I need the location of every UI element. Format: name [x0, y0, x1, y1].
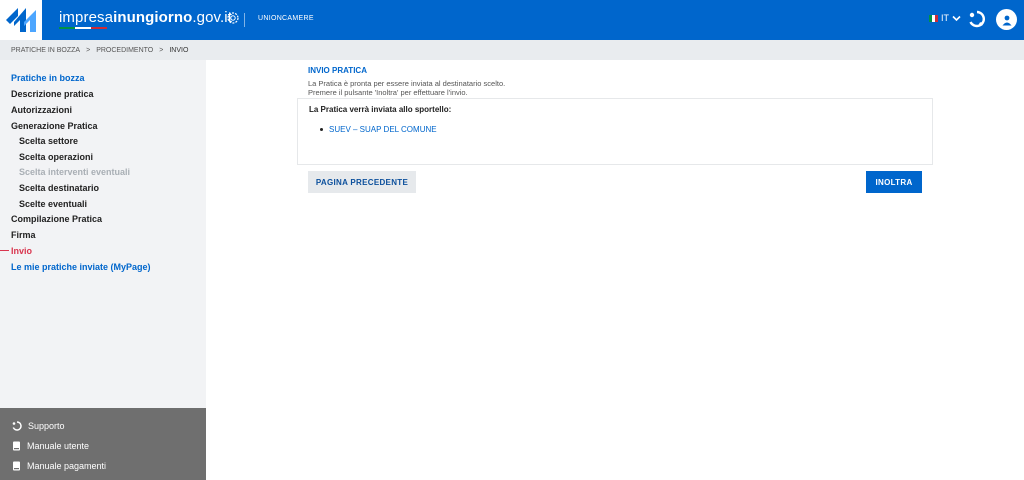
- panel-heading: La Pratica verrà inviata allo sportello:: [309, 105, 452, 114]
- italian-flag-stripe: [59, 27, 107, 29]
- footer-link-manuale-utente[interactable]: Manuale utente: [12, 441, 89, 451]
- footer-link-label: Manuale utente: [27, 441, 90, 451]
- breadcrumb-separator: >: [86, 46, 91, 54]
- description-line: Premere il pulsante 'Inoltra' per effett…: [308, 88, 468, 97]
- support-icon[interactable]: [968, 10, 986, 30]
- page-title: INVIO PRATICA: [308, 66, 367, 75]
- recipient-list: SUEV – SUAP DEL COMUNE: [320, 125, 437, 134]
- page-description: La Pratica è pronta per essere inviata a…: [308, 79, 505, 97]
- sidebar-item-scelta-settore[interactable]: Scelta settore: [19, 136, 78, 146]
- book-icon: [13, 441, 20, 451]
- chevron-down-icon: [952, 15, 961, 21]
- sidebar-item-mypage[interactable]: Le mie pratiche inviate (MyPage): [11, 262, 151, 272]
- breadcrumb-item[interactable]: PROCEDIMENTO: [96, 47, 153, 54]
- breadcrumb-separator: >: [159, 46, 164, 54]
- list-item: SUEV – SUAP DEL COMUNE: [320, 125, 437, 134]
- sidebar-item-scelta-destinatario[interactable]: Scelta destinatario: [19, 183, 99, 193]
- language-selector[interactable]: IT: [929, 13, 961, 23]
- brand-name[interactable]: impresainungiorno.gov.it: [59, 9, 232, 26]
- sidebar-item-generazione-pratica[interactable]: Generazione Pratica: [11, 121, 98, 131]
- breadcrumb-item[interactable]: PRATICHE IN BOZZA: [11, 47, 80, 54]
- sidebar-item-invio[interactable]: Invio: [11, 246, 32, 256]
- footer-link-label: Manuale pagamenti: [27, 461, 107, 471]
- sidebar-item-descrizione-pratica[interactable]: Descrizione pratica: [11, 89, 94, 99]
- language-label: IT: [941, 13, 949, 23]
- header-divider: [244, 13, 245, 27]
- submit-button[interactable]: INOLTRA: [866, 171, 922, 193]
- active-indicator: [0, 250, 9, 251]
- footer-link-manuale-pagamenti[interactable]: Manuale pagamenti: [12, 461, 106, 471]
- recipient-panel: La Pratica verrà inviata allo sportello:…: [297, 98, 933, 165]
- sidebar-item-firma[interactable]: Firma: [11, 230, 36, 240]
- unioncamere-label: UNIONCAMERE: [258, 14, 314, 22]
- footer-link-supporto[interactable]: Supporto: [12, 421, 65, 431]
- previous-page-button[interactable]: PAGINA PRECEDENTE: [308, 171, 416, 193]
- logo-icon: [6, 8, 36, 32]
- sidebar-item-scelta-operazioni[interactable]: Scelta operazioni: [19, 152, 93, 162]
- bullet-icon: [320, 128, 323, 131]
- unioncamere-logo[interactable]: UNIONCAMERE: [226, 11, 314, 25]
- footer-link-label: Supporto: [28, 421, 65, 431]
- sidebar-item-scelte-eventuali[interactable]: Scelte eventuali: [19, 199, 87, 209]
- user-icon[interactable]: [996, 9, 1017, 30]
- book-icon: [13, 461, 20, 471]
- breadcrumb: PRATICHE IN BOZZA > PROCEDIMENTO > INVIO: [0, 40, 1024, 60]
- sidebar-item-compilazione-pratica[interactable]: Compilazione Pratica: [11, 214, 102, 224]
- sidebar-item-autorizzazioni[interactable]: Autorizzazioni: [11, 105, 72, 115]
- unioncamere-gear-icon: [227, 12, 239, 24]
- breadcrumb-current: INVIO: [169, 46, 189, 54]
- italy-flag-icon: [929, 14, 938, 22]
- support-icon: [12, 421, 22, 431]
- description-line: La Pratica è pronta per essere inviata a…: [308, 79, 506, 88]
- sidebar-item-scelta-interventi-eventuali: Scelta interventi eventuali: [19, 167, 131, 177]
- top-header: impresainungiorno.gov.it UNIONCAMERE IT: [0, 0, 1024, 40]
- sidebar-item-pratiche-in-bozza[interactable]: Pratiche in bozza: [11, 73, 85, 83]
- logo[interactable]: [0, 0, 42, 40]
- recipient-name: SUEV – SUAP DEL COMUNE: [329, 125, 437, 134]
